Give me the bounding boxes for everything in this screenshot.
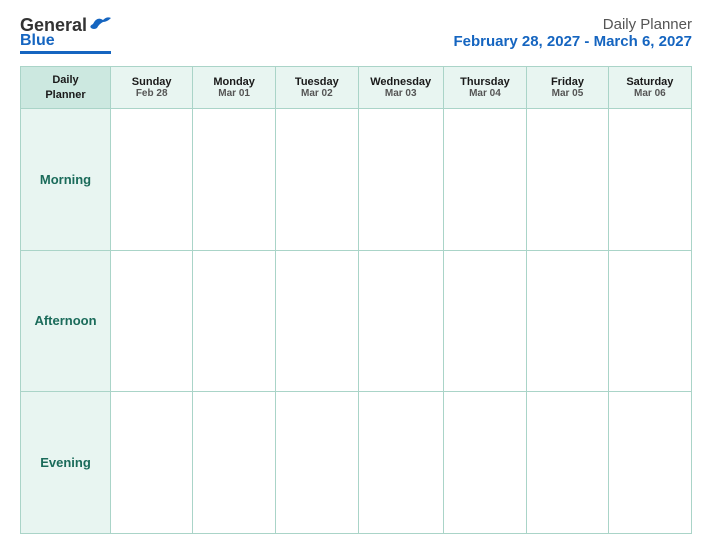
cell-afternoon-thursday[interactable] bbox=[443, 250, 527, 392]
col-header-sunday: Sunday Feb 28 bbox=[111, 67, 193, 109]
row-afternoon: Afternoon bbox=[21, 250, 692, 392]
col-header-friday: Friday Mar 05 bbox=[527, 67, 609, 109]
col-header-thursday: Thursday Mar 04 bbox=[443, 67, 527, 109]
cell-morning-thursday[interactable] bbox=[443, 108, 527, 250]
cell-evening-saturday[interactable] bbox=[608, 392, 691, 534]
row-evening: Evening bbox=[21, 392, 692, 534]
row-label-morning: Morning bbox=[21, 108, 111, 250]
cell-afternoon-saturday[interactable] bbox=[608, 250, 691, 392]
col-header-saturday: Saturday Mar 06 bbox=[608, 67, 691, 109]
cell-evening-wednesday[interactable] bbox=[358, 392, 443, 534]
logo: General Blue bbox=[20, 16, 111, 54]
logo-blue: Blue bbox=[20, 32, 55, 50]
date-range: February 28, 2027 - March 6, 2027 bbox=[454, 33, 692, 50]
logo-bird-icon bbox=[89, 16, 111, 32]
planner-table: Daily Planner Sunday Feb 28 Monday Mar 0… bbox=[20, 66, 692, 534]
cell-morning-monday[interactable] bbox=[193, 108, 276, 250]
cell-morning-tuesday[interactable] bbox=[275, 108, 358, 250]
cell-morning-sunday[interactable] bbox=[111, 108, 193, 250]
cell-evening-sunday[interactable] bbox=[111, 392, 193, 534]
planner-title: Daily Planner bbox=[454, 16, 692, 33]
cell-evening-tuesday[interactable] bbox=[275, 392, 358, 534]
col-header-wednesday: Wednesday Mar 03 bbox=[358, 67, 443, 109]
col-header-monday: Monday Mar 01 bbox=[193, 67, 276, 109]
cell-afternoon-tuesday[interactable] bbox=[275, 250, 358, 392]
logo-underline bbox=[20, 51, 111, 54]
page-header: General Blue Daily Planner February 28, … bbox=[20, 16, 692, 54]
row-morning: Morning bbox=[21, 108, 692, 250]
cell-morning-wednesday[interactable] bbox=[358, 108, 443, 250]
cell-evening-friday[interactable] bbox=[527, 392, 609, 534]
col-header-label: Daily Planner bbox=[21, 67, 111, 109]
title-block: Daily Planner February 28, 2027 - March … bbox=[454, 16, 692, 50]
cell-afternoon-monday[interactable] bbox=[193, 250, 276, 392]
col-header-tuesday: Tuesday Mar 02 bbox=[275, 67, 358, 109]
cell-afternoon-friday[interactable] bbox=[527, 250, 609, 392]
cell-morning-friday[interactable] bbox=[527, 108, 609, 250]
row-label-evening: Evening bbox=[21, 392, 111, 534]
row-label-afternoon: Afternoon bbox=[21, 250, 111, 392]
cell-morning-saturday[interactable] bbox=[608, 108, 691, 250]
cell-evening-thursday[interactable] bbox=[443, 392, 527, 534]
cell-evening-monday[interactable] bbox=[193, 392, 276, 534]
cell-afternoon-sunday[interactable] bbox=[111, 250, 193, 392]
cell-afternoon-wednesday[interactable] bbox=[358, 250, 443, 392]
column-headers: Daily Planner Sunday Feb 28 Monday Mar 0… bbox=[21, 67, 692, 109]
